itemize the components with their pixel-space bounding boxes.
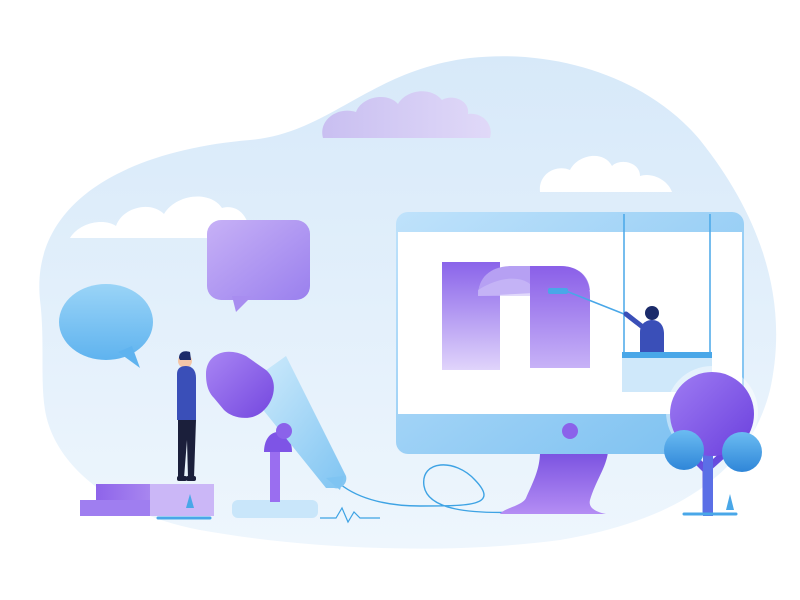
content-marketing-illustration [39,56,777,549]
stair-steps [80,484,214,520]
speech-bubble-purple [207,220,310,312]
microphone-switch-icon [276,423,292,439]
monitor-button-icon [562,423,578,439]
illustration-scene [0,0,800,600]
window-squeegee [548,288,568,294]
